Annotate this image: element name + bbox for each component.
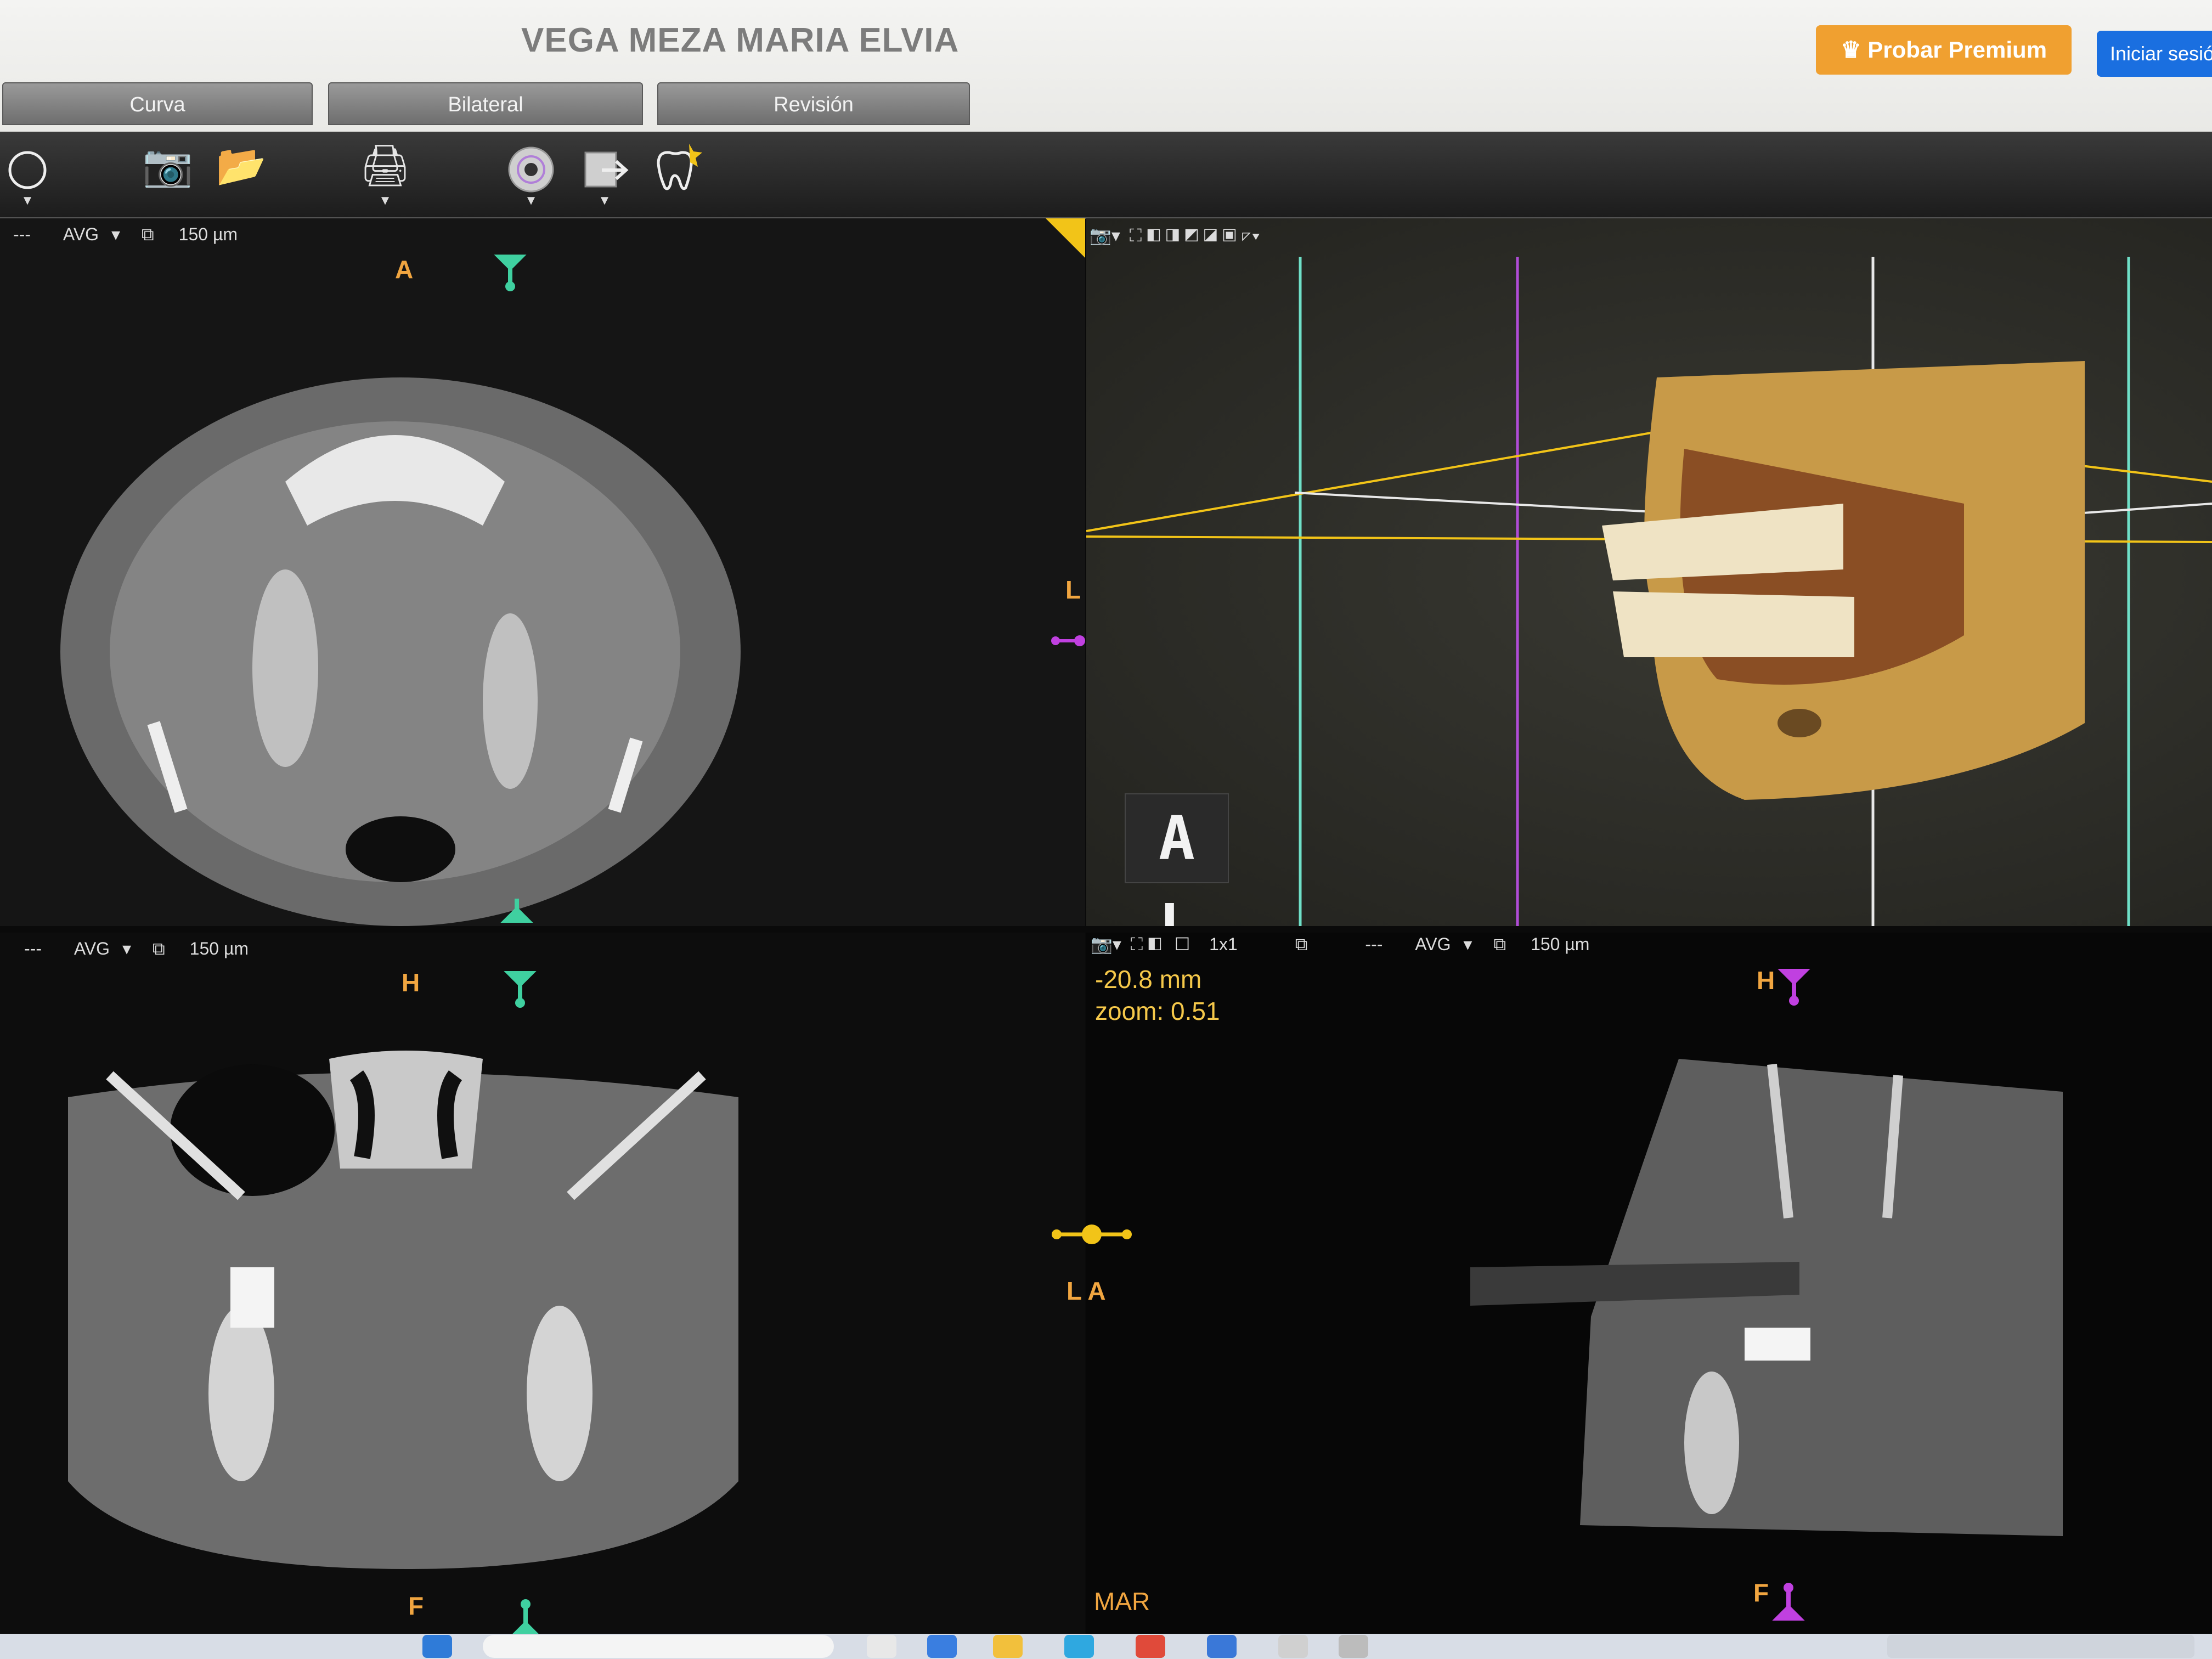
os-taskbar	[0, 1634, 2212, 1659]
slice-marker-side[interactable]	[1049, 630, 1085, 652]
sagittal-ct-image	[1470, 1059, 2063, 1536]
axial-ct-image	[60, 377, 741, 926]
disc-icon[interactable]: ▼	[504, 138, 558, 207]
taskbar-app-icon[interactable]	[1339, 1635, 1368, 1658]
login-button[interactable]: Iniciar sesió	[2097, 31, 2212, 77]
volume-render-image	[1086, 257, 2212, 926]
coronal-ct-image	[68, 1051, 738, 1569]
volume-3d-viewport[interactable]: 📷▾ ⛶ ◧ ◨ ◩ ◪ ▣ ◸▾ A L	[1086, 218, 2212, 926]
taskbar-edge-icon[interactable]	[1064, 1635, 1094, 1658]
main-toolbar: ▼ 📷 📂 🖨 ▼ ▼ ▼	[0, 132, 2212, 219]
folder-icon[interactable]: 📂	[214, 138, 269, 204]
coronal-viewport[interactable]: --- AVG ▾ ⧉ 150 µm H F	[0, 933, 1085, 1640]
sagittal-viewport[interactable]: 📷▾ ⛶ ◧ ☐ 1x1 ⧉ --- AVG ▾ ⧉ 150 µm -20.8 …	[1086, 933, 2212, 1640]
patient-name: VEGA MEZA MARIA ELVIA	[521, 21, 960, 59]
slice-marker-top[interactable]	[504, 968, 537, 1012]
system-tray[interactable]	[1887, 1635, 2194, 1658]
tooth-magic-icon[interactable]	[651, 138, 706, 204]
taskbar-app-icon[interactable]	[867, 1635, 896, 1658]
orientation-cube[interactable]: A L	[1125, 793, 1229, 926]
circle-tool-icon[interactable]: ▼	[0, 138, 55, 207]
camera-icon[interactable]: 📷	[140, 138, 195, 204]
slice-marker-top[interactable]	[494, 251, 527, 295]
tab-curva[interactable]: Curva	[2, 82, 313, 125]
center-bottom-label: MAR	[1094, 1587, 1150, 1616]
start-icon[interactable]	[422, 1635, 452, 1658]
chevron-down-icon[interactable]: ▼	[21, 194, 34, 207]
chevron-down-icon[interactable]: ▼	[379, 194, 392, 207]
center-crosshair-marker[interactable]	[1048, 1218, 1136, 1251]
try-premium-button[interactable]: ♛ Probar Premium	[1816, 25, 2072, 75]
slice-marker-bottom[interactable]	[1772, 1580, 1805, 1624]
taskbar-folder-icon[interactable]	[993, 1635, 1023, 1658]
top-header: VEGA MEZA MARIA ELVIA Curva Bilateral Re…	[0, 0, 2212, 132]
chevron-down-icon[interactable]: ▼	[524, 194, 538, 207]
center-orientation-label: L A	[1066, 1277, 1106, 1305]
axial-viewport[interactable]: --- AVG ▾ ⧉ 150 µm A P L	[0, 218, 1085, 926]
taskbar-app-icon[interactable]	[1278, 1635, 1308, 1658]
tab-bilateral[interactable]: Bilateral	[328, 82, 643, 125]
taskbar-chrome-icon[interactable]	[1136, 1635, 1165, 1658]
slice-marker-top[interactable]	[1778, 966, 1810, 1009]
chevron-down-icon[interactable]: ▼	[598, 194, 611, 207]
taskbar-search[interactable]	[483, 1635, 834, 1658]
printer-icon[interactable]: 🖨 ▼	[358, 138, 413, 207]
orientation-cube-label: A L	[1158, 803, 1195, 926]
tab-revision[interactable]: Revisión	[657, 82, 970, 125]
taskbar-app-icon[interactable]	[927, 1635, 957, 1658]
slice-marker-bottom[interactable]	[500, 893, 533, 926]
taskbar-app-icon[interactable]	[1207, 1635, 1237, 1658]
export-icon[interactable]: ▼	[577, 138, 632, 207]
